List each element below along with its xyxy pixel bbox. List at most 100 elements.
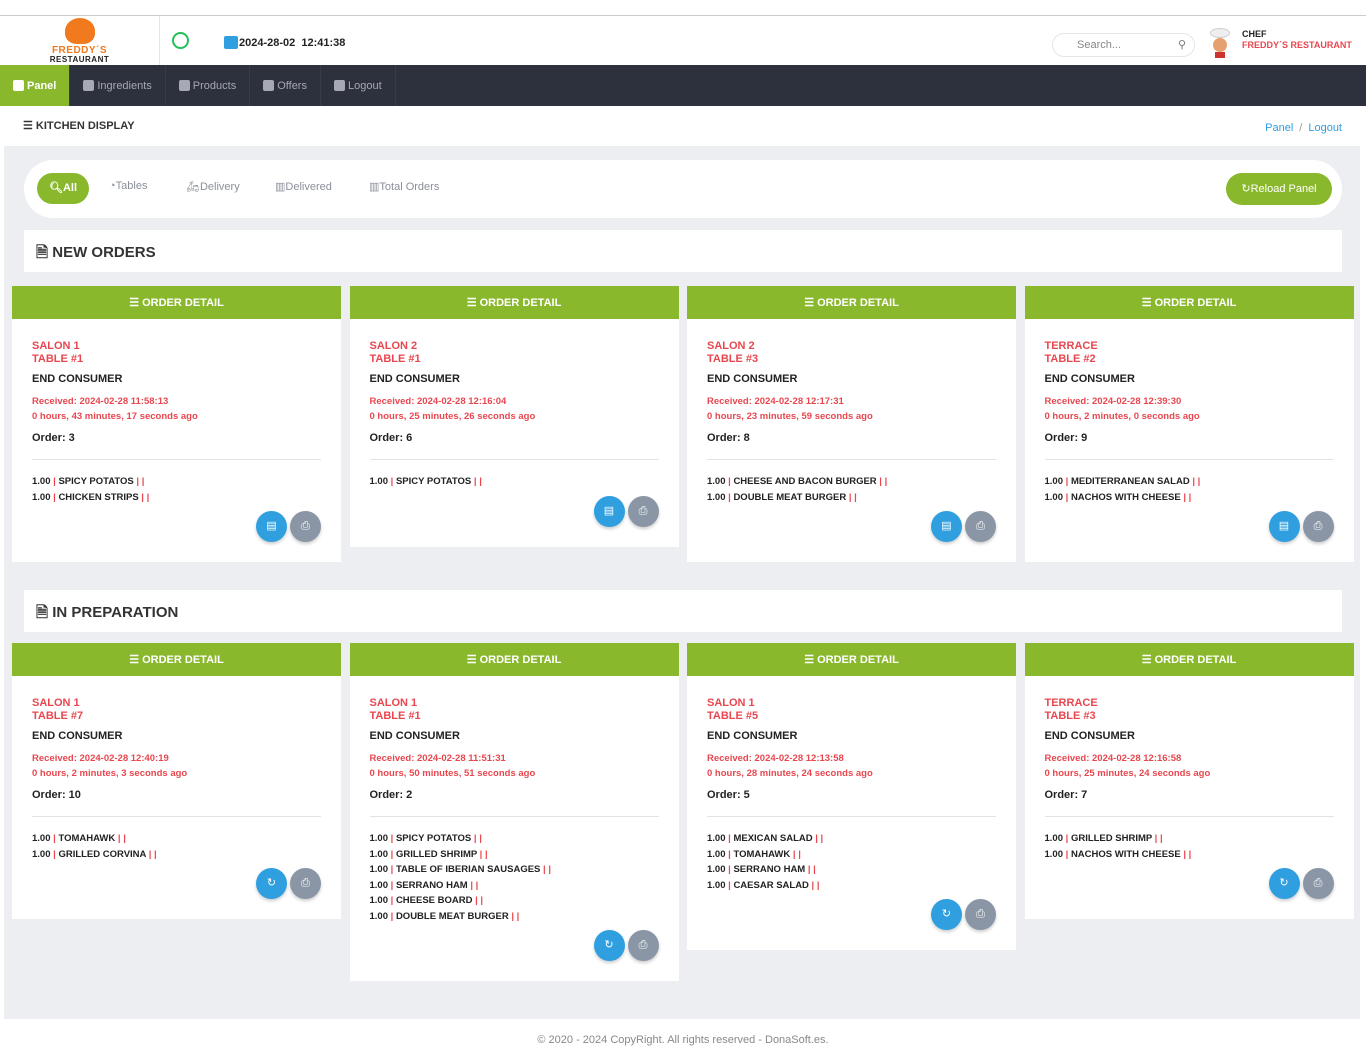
reload-panel-button[interactable]: ↻Reload Panel <box>1226 173 1332 205</box>
refresh-status-button[interactable]: ↻ <box>593 930 625 961</box>
in-preparation-grid: ☰ ORDER DETAIL SALON 1 TABLE #7 END CONSUME… <box>12 643 1354 981</box>
item-name: TOMAHAWK <box>733 848 791 860</box>
search-input[interactable]: Search... ⚲ <box>1052 33 1195 57</box>
refresh-status-button[interactable]: ↻ <box>931 899 962 930</box>
refresh-status-button[interactable]: ↻ <box>256 868 287 899</box>
order-detail-header[interactable]: ☰ ORDER DETAIL <box>687 643 1016 676</box>
filter-total-orders[interactable]: ▥Total Orders <box>369 180 439 193</box>
nav-item-logout[interactable]: Logout <box>321 65 396 106</box>
order-detail-label: ORDER DETAIL <box>1154 297 1237 309</box>
filter-delivery[interactable]: 🛵︎Delivery <box>186 180 240 193</box>
filter-delivery-label: Delivery <box>199 181 240 193</box>
item-qty: 1.00 <box>707 476 726 487</box>
divider <box>369 459 659 460</box>
order-elapsed: 0 hours, 2 minutes, 0 seconds ago <box>1044 411 1200 422</box>
print-icon: ⎙ <box>638 504 648 517</box>
item-sep: | <box>388 833 396 844</box>
order-detail-header[interactable]: ☰ ORDER DETAIL <box>349 643 679 676</box>
item-qty: 1.00 <box>1044 833 1064 844</box>
view-order-button[interactable]: ▤ <box>256 511 287 542</box>
order-body: SALON 2 TABLE #1 END CONSUMER Received: 202… <box>350 319 679 547</box>
section-title: IN PREPARATION <box>52 604 179 621</box>
item-qty: 1.00 <box>707 833 726 844</box>
order-actions: ▤ ⎙ <box>32 511 321 542</box>
order-detail-header[interactable]: ☰ ORDER DETAIL <box>349 286 679 319</box>
divider <box>369 816 659 817</box>
order-item: 1.00 | TABLE OF IBERIAN SAUSAGES | | <box>370 862 659 878</box>
print-button[interactable]: ⎙ <box>965 899 996 930</box>
print-button[interactable]: ⎙ <box>965 511 996 542</box>
order-item: 1.00 | SPICY POTATOS | | <box>370 474 659 490</box>
breadcrumb-panel[interactable]: Panel <box>1265 122 1293 134</box>
item-name: SPICY POTATOS <box>395 476 472 487</box>
order-number: Order: 8 <box>707 432 750 444</box>
order-detail-header[interactable]: ☰ ORDER DETAIL <box>1024 643 1354 676</box>
order-detail-header[interactable]: ☰ ORDER DETAIL <box>12 643 341 676</box>
order-received: Received: 2024-02-28 12:40:19 <box>32 753 169 764</box>
print-button[interactable]: ⎙ <box>290 868 321 899</box>
order-actions: ▤ ⎙ <box>1045 511 1334 542</box>
order-number: Order: 2 <box>369 789 413 801</box>
item-qty: 1.00 <box>369 879 389 891</box>
box-icon <box>178 80 190 91</box>
order-zone: SALON 1 <box>369 697 418 709</box>
order-card: ☰ ORDER DETAIL TERRACE TABLE #2 END CONSUME… <box>1024 286 1354 562</box>
refresh-status-button[interactable]: ↻ <box>1268 868 1300 899</box>
nav-item-ingredients[interactable]: Ingredients <box>70 65 166 106</box>
logo[interactable]: FREDDY´S RESTAURANT <box>0 16 160 65</box>
item-sep: | | <box>1180 491 1192 503</box>
print-icon: ⎙ <box>301 877 310 889</box>
order-detail-label: ORDER DETAIL <box>142 297 224 309</box>
section-in-preparation: 🗎︎ IN PREPARATION <box>24 590 1342 632</box>
divider <box>32 816 321 817</box>
print-button[interactable]: ⎙ <box>1302 511 1334 542</box>
order-card: ☰ ORDER DETAIL TERRACE TABLE #3 END CONSUME… <box>1024 643 1354 919</box>
filter-tables[interactable]: ◔Tables <box>109 180 147 192</box>
order-detail-header[interactable]: ☰ ORDER DETAIL <box>12 286 341 319</box>
nav-item-panel[interactable]: Panel <box>0 65 71 106</box>
filter-delivered[interactable]: ▥Delivered <box>275 180 332 193</box>
list-icon: ☰ <box>1141 297 1155 309</box>
order-detail-header[interactable]: ☰ ORDER DETAIL <box>1024 286 1354 319</box>
order-actions: ↻ ⎙ <box>707 899 996 930</box>
user-info[interactable]: CHEF FREDDY´S RESTAURANT <box>1242 29 1352 51</box>
order-item: 1.00 | CHEESE BOARD | | <box>370 893 659 909</box>
nav-item-offers[interactable]: Offers <box>250 65 321 106</box>
item-qty: 1.00 <box>1044 491 1064 503</box>
avatar[interactable] <box>1207 28 1233 62</box>
item-qty: 1.00 <box>32 476 51 487</box>
list-icon: ☰ <box>466 297 480 309</box>
order-received: Received: 2024-02-28 11:58:13 <box>32 396 169 407</box>
print-button[interactable]: ⎙ <box>1302 868 1334 899</box>
whatsapp-icon[interactable] <box>172 32 189 49</box>
order-detail-header[interactable]: ☰ ORDER DETAIL <box>687 286 1016 319</box>
breadcrumb-logout[interactable]: Logout <box>1308 122 1342 134</box>
divider <box>32 459 321 460</box>
item-name: NACHOS WITH CHEESE <box>1070 848 1181 860</box>
search-icon[interactable]: ⚲ <box>1178 38 1186 51</box>
view-order-button[interactable]: ▤ <box>931 511 962 542</box>
order-table: TABLE #1 <box>369 353 421 365</box>
print-button[interactable]: ⎙ <box>627 930 659 961</box>
order-item: 1.00 | GRILLED SHRIMP | | <box>1045 831 1334 847</box>
item-sep: | | <box>805 864 816 875</box>
item-qty: 1.00 <box>369 848 389 860</box>
order-card: ☰ ORDER DETAIL SALON 1 TABLE #1 END CONSUME… <box>349 643 679 981</box>
filter-bar: 🔍︎All ◔Tables 🛵︎Delivery ▥Delivered ▥Tot… <box>24 160 1342 218</box>
order-time: Received: 2024-02-28 12:16:58 0 hours, 25… <box>1045 751 1334 781</box>
order-customer: END CONSUMER <box>1044 730 1135 742</box>
print-button[interactable]: ⎙ <box>627 495 659 527</box>
nav-item-products[interactable]: Products <box>166 65 251 106</box>
order-received: Received: 2024-02-28 12:16:58 <box>1044 753 1182 764</box>
print-button[interactable]: ⎙ <box>290 511 321 542</box>
box-icon <box>263 80 275 91</box>
view-order-button[interactable]: ▤ <box>1268 511 1300 542</box>
item-sep: | | <box>812 833 824 844</box>
filter-all[interactable]: 🔍︎All <box>37 173 89 204</box>
nav-label: Ingredients <box>97 79 152 92</box>
order-item: 1.00 | CHICKEN STRIPS | | <box>32 490 321 506</box>
order-body: SALON 1 TABLE #1 END CONSUMER Received: 202… <box>350 676 679 981</box>
view-order-button[interactable]: ▤ <box>593 495 625 527</box>
divider <box>707 816 996 817</box>
divider <box>1044 459 1334 460</box>
